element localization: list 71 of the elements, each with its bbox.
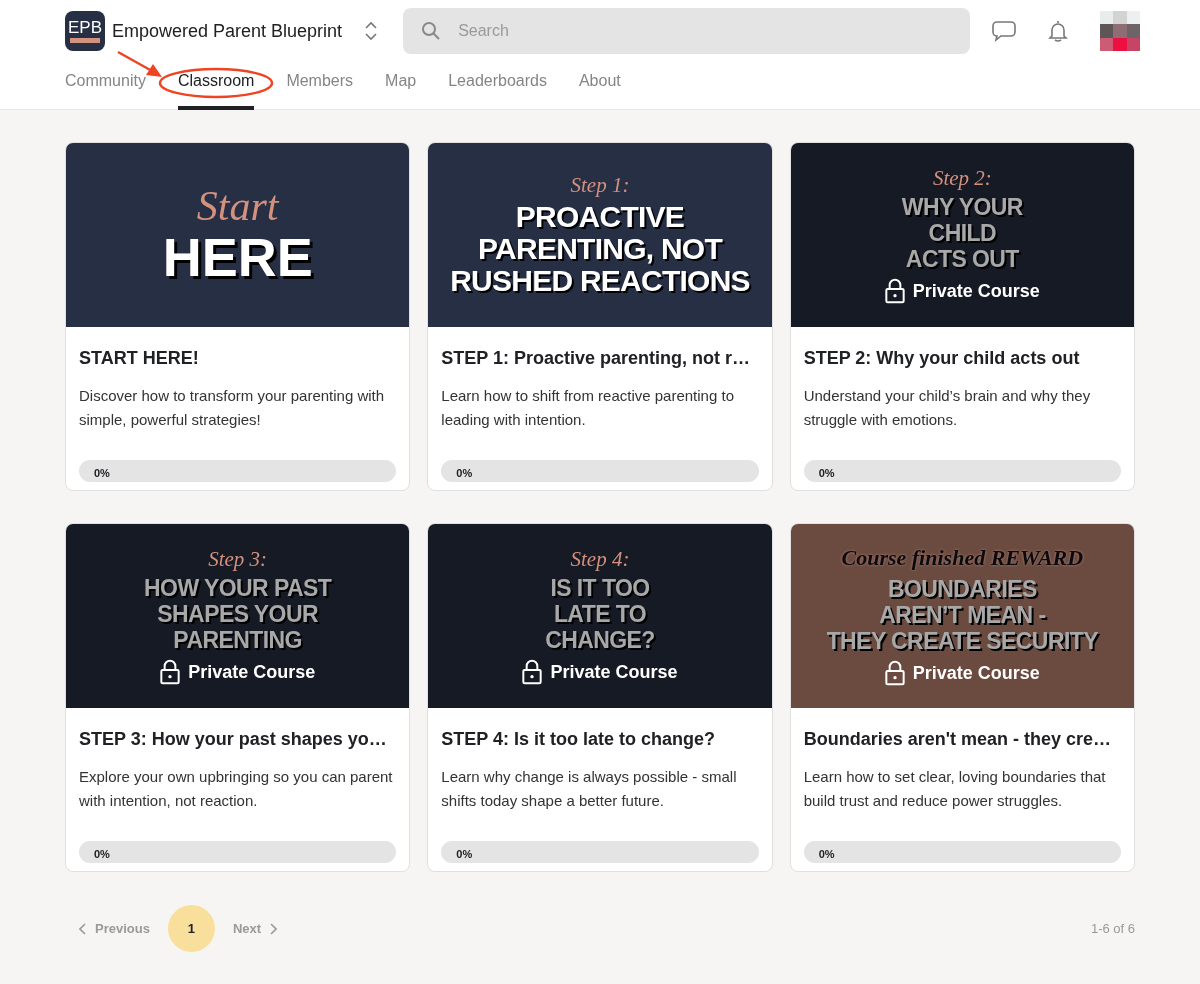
cover-text: RUSHED REACTIONS bbox=[450, 265, 750, 297]
nav-tab[interactable]: About bbox=[578, 62, 621, 110]
course-title[interactable]: STEP 3: How your past shapes yo… bbox=[79, 726, 397, 753]
lock-icon bbox=[884, 278, 905, 304]
private-course-label: Private Course bbox=[550, 660, 678, 684]
private-course-label: Private Course bbox=[912, 279, 1040, 303]
bell-icon[interactable] bbox=[1048, 19, 1068, 43]
cover-text: PARENTING bbox=[173, 626, 302, 653]
course-description: Understand your child’s brain and why they struggle with emotions. bbox=[803, 386, 1092, 430]
course-description: Explore your own upbringing so you can parent with intention, not reaction. bbox=[79, 767, 394, 811]
course-card[interactable]: Step 4: IS IT TOO LATE TO CHANGE? Private Course STEP 4: Is it too late to change? Learn why change is always possible - small shifts today shape a better future. 0% bbox=[427, 523, 773, 872]
progress-label: 0% bbox=[818, 467, 835, 479]
cover-text: LATE TO bbox=[553, 600, 647, 627]
cover-text: AREN’T MEAN - bbox=[879, 601, 1046, 628]
nav-tab[interactable]: Map bbox=[385, 62, 417, 110]
progress-label: 0% bbox=[818, 848, 835, 860]
private-course-label: Private Course bbox=[188, 660, 316, 684]
progress-label: 0% bbox=[456, 467, 473, 479]
nav-tab[interactable]: Members bbox=[286, 62, 354, 110]
course-card[interactable]: Step 1: PROACTIVE PARENTING, NOT RUSHED REACTIONS STEP 1: Proactive parenting, not r… Learn how to shift from reactive parenting to leading with intention. 0% bbox=[427, 142, 773, 491]
cover-text: CHILD bbox=[928, 219, 996, 246]
progress-label: 0% bbox=[94, 848, 110, 860]
results-count: 1-6 of 6 bbox=[1090, 919, 1135, 938]
nav-tab[interactable]: Classroom bbox=[177, 62, 255, 110]
progress-label: 0% bbox=[94, 467, 110, 479]
cover-text: ACTS OUT bbox=[905, 245, 1019, 272]
course-title[interactable]: STEP 2: Why your child acts out bbox=[803, 345, 1121, 372]
cover-text: SHAPES YOUR bbox=[157, 600, 318, 627]
cover-heading: Step 2: bbox=[932, 165, 992, 190]
cover-text: WHY YOUR bbox=[901, 193, 1023, 220]
course-description: Learn how to shift from reactive parenting to leading with intention. bbox=[441, 386, 735, 430]
course-card[interactable]: Step 2: WHY YOUR CHILD ACTS OUT Private Course STEP 2: Why your child acts out Understand your child’s brain and why they struggle with emotions. 0% bbox=[789, 142, 1135, 491]
nav-tab[interactable]: Community bbox=[65, 62, 146, 110]
cover-text: HERE bbox=[162, 228, 313, 286]
progress-label: 0% bbox=[456, 848, 473, 860]
private-course-label: Private Course bbox=[912, 661, 1040, 685]
course-description: Learn how to set clear, loving boundaries that build trust and reduce power struggles. bbox=[803, 767, 1107, 811]
lock-icon bbox=[884, 660, 905, 686]
cover-text: PARENTING, NOT bbox=[478, 233, 722, 265]
search-field[interactable]: Search bbox=[403, 8, 971, 54]
lock-icon bbox=[522, 659, 543, 685]
cover-text: BOUNDARIES bbox=[887, 575, 1037, 602]
page-button[interactable]: 1 bbox=[167, 905, 215, 952]
course-card[interactable] bbox=[789, 523, 1135, 872]
cover-heading: Step 3: bbox=[208, 546, 268, 571]
course-card[interactable]: Step 3: HOW YOUR PAST SHAPES YOUR PARENTING Private Course STEP 3: How your past shapes yo… Explore your own upbringing so you can parent with intention, not reaction. 0% bbox=[65, 523, 411, 872]
chevron-left-icon bbox=[79, 922, 87, 935]
course-title[interactable]: START HERE! bbox=[79, 345, 397, 372]
cover-heading: Step 4: bbox=[570, 546, 630, 571]
course-description: Discover how to transform your parenting with simple, powerful strategies! bbox=[79, 386, 386, 430]
course-card[interactable]: Start HERE START HERE! Discover how to transform your parenting with simple, powerful strategies! 0% bbox=[65, 142, 411, 491]
course-title[interactable]: Boundaries aren't mean - they cre… bbox=[803, 726, 1121, 753]
lock-icon bbox=[160, 659, 181, 685]
cover-heading: Step 1: bbox=[570, 173, 630, 197]
cover-heading: Start bbox=[196, 184, 279, 228]
cover-text: PROACTIVE bbox=[515, 201, 685, 233]
community-logo[interactable]: EPB bbox=[65, 11, 105, 51]
cover-heading: Course finished REWARD bbox=[841, 545, 1084, 570]
cover-text: HOW YOUR PAST bbox=[144, 574, 332, 601]
avatar-placeholder[interactable] bbox=[1100, 11, 1140, 51]
course-title[interactable]: STEP 4: Is it too late to change? bbox=[441, 726, 759, 753]
chevron-right-icon bbox=[269, 922, 278, 935]
course-description: Learn why change is always possible - small shifts today shape a better future. bbox=[441, 767, 738, 811]
cover-text: IS IT TOO bbox=[550, 574, 650, 601]
course-title[interactable]: STEP 1: Proactive parenting, not r… bbox=[441, 345, 759, 372]
cover-text: CHANGE? bbox=[545, 626, 655, 653]
chat-icon[interactable] bbox=[992, 20, 1016, 42]
nav-tab[interactable]: Leaderboards bbox=[448, 62, 547, 110]
switcher-chevron-icon[interactable] bbox=[364, 20, 379, 42]
community-title: Empowered Parent Blueprint bbox=[112, 19, 343, 43]
cover-text: THEY CREATE SECURITY bbox=[826, 627, 1098, 654]
